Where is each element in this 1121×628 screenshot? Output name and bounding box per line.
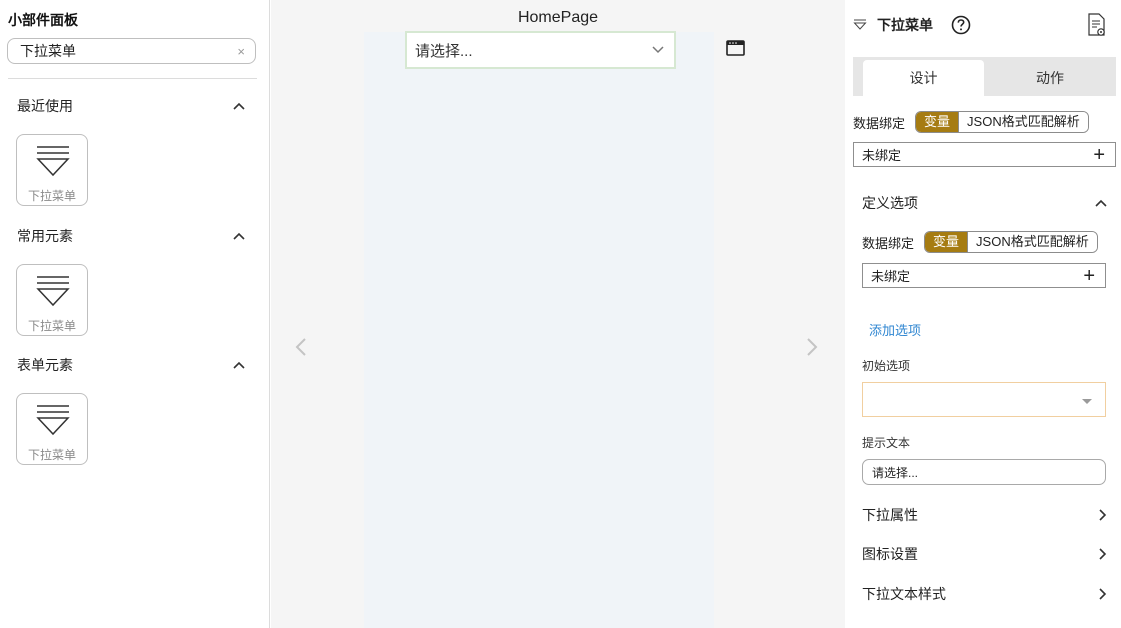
plus-icon[interactable]: + — [1083, 266, 1095, 286]
dropdown-text-style-title: 下拉文本样式 — [862, 586, 946, 602]
property-tabs: 设计 动作 — [853, 57, 1116, 96]
design-canvas: HomePage 请选择... — [271, 0, 845, 628]
binding-mode-variable[interactable]: 变量 — [925, 232, 969, 252]
component-header: 下拉菜单 — [853, 14, 971, 36]
chevron-right-icon — [1099, 509, 1107, 521]
define-options-title: 定义选项 — [862, 195, 918, 211]
dropdown-component-icon — [853, 19, 867, 30]
chevron-up-icon — [233, 361, 245, 369]
widget-card-label: 下拉菜单 — [27, 448, 76, 462]
plus-icon[interactable]: + — [1093, 145, 1105, 165]
section-recent-title: 最近使用 — [17, 98, 73, 114]
chevron-up-icon — [233, 102, 245, 110]
chevron-down-icon — [652, 46, 664, 54]
dropdown-widget-icon — [36, 405, 70, 436]
widget-search-box[interactable]: × — [7, 38, 256, 64]
binding-mode-json[interactable]: JSON格式匹配解析 — [959, 112, 1088, 132]
data-binding-label: 数据绑定 — [862, 235, 915, 251]
chevron-right-icon[interactable] — [806, 337, 818, 357]
unbound-selector[interactable]: 未绑定 + — [853, 142, 1116, 167]
component-name: 下拉菜单 — [877, 17, 933, 33]
tab-design[interactable]: 设计 — [863, 60, 984, 96]
chevron-right-icon — [1099, 588, 1107, 600]
dropdown-widget-icon — [36, 276, 70, 307]
options-binding-mode-toggle: 变量 JSON格式匹配解析 — [924, 231, 1098, 253]
data-binding-label: 数据绑定 — [853, 115, 906, 131]
divider — [8, 78, 257, 79]
add-option-link[interactable]: 添加选项 — [869, 320, 921, 339]
chevron-up-icon — [1095, 199, 1107, 207]
unbound-text: 未绑定 — [871, 269, 911, 284]
widget-card-dropdown-form[interactable]: 下拉菜单 — [16, 393, 88, 465]
binding-mode-json[interactable]: JSON格式匹配解析 — [968, 232, 1097, 252]
dropdown-placeholder: 请选择... — [415, 42, 473, 60]
page-title: HomePage — [517, 9, 599, 26]
options-binding-row: 数据绑定 变量 JSON格式匹配解析 — [862, 231, 1098, 253]
widget-panel-title: 小部件面板 — [8, 12, 78, 28]
tab-actions[interactable]: 动作 — [984, 60, 1116, 96]
section-recent-header[interactable]: 最近使用 — [17, 95, 245, 117]
browser-window-icon[interactable] — [726, 40, 745, 56]
section-form-header[interactable]: 表单元素 — [17, 354, 245, 376]
chevron-left-icon[interactable] — [295, 337, 307, 357]
icon-settings-header[interactable]: 图标设置 — [862, 543, 1107, 565]
initial-option-label: 初始选项 — [862, 359, 911, 373]
document-settings-icon[interactable] — [1088, 13, 1106, 37]
dropdown-text-style-header[interactable]: 下拉文本样式 — [862, 583, 1107, 605]
caret-down-icon — [1082, 399, 1092, 404]
dropdown-widget-icon — [36, 146, 70, 177]
chevron-up-icon — [233, 232, 245, 240]
hint-text-label: 提示文本 — [862, 436, 911, 450]
binding-mode-variable[interactable]: 变量 — [916, 112, 960, 132]
binding-mode-toggle: 变量 JSON格式匹配解析 — [915, 111, 1089, 133]
widget-card-label: 下拉菜单 — [27, 189, 76, 203]
chevron-right-icon — [1099, 548, 1107, 560]
initial-option-select[interactable] — [862, 382, 1106, 417]
help-icon[interactable] — [951, 15, 971, 35]
define-options-header[interactable]: 定义选项 — [862, 192, 1107, 214]
widget-card-label: 下拉菜单 — [27, 319, 76, 333]
dropdown-properties-header[interactable]: 下拉属性 — [862, 504, 1107, 526]
dropdown-properties-title: 下拉属性 — [862, 507, 918, 523]
unbound-text: 未绑定 — [862, 148, 902, 163]
phone-screen[interactable] — [364, 32, 714, 628]
properties-panel: 下拉菜单 设计 动作 数据绑定 变量 JSON格式匹配解析 未绑定 + 定义选项 — [845, 0, 1121, 628]
icon-settings-title: 图标设置 — [862, 546, 918, 562]
section-common-header[interactable]: 常用元素 — [17, 225, 245, 247]
widget-card-dropdown-common[interactable]: 下拉菜单 — [16, 264, 88, 336]
section-common-title: 常用元素 — [17, 228, 73, 244]
hint-text-input[interactable] — [862, 459, 1106, 485]
canvas-dropdown-widget[interactable]: 请选择... — [405, 31, 676, 69]
options-unbound-selector[interactable]: 未绑定 + — [862, 263, 1106, 288]
clear-search-icon[interactable]: × — [237, 44, 245, 59]
widget-search-input[interactable] — [18, 42, 238, 60]
data-binding-row: 数据绑定 变量 JSON格式匹配解析 — [853, 111, 1089, 133]
widget-card-dropdown-recent[interactable]: 下拉菜单 — [16, 134, 88, 206]
widget-panel: 小部件面板 × 最近使用 下拉菜单 常用元素 下拉菜单 表单元素 — [0, 0, 270, 628]
section-form-title: 表单元素 — [17, 357, 73, 373]
